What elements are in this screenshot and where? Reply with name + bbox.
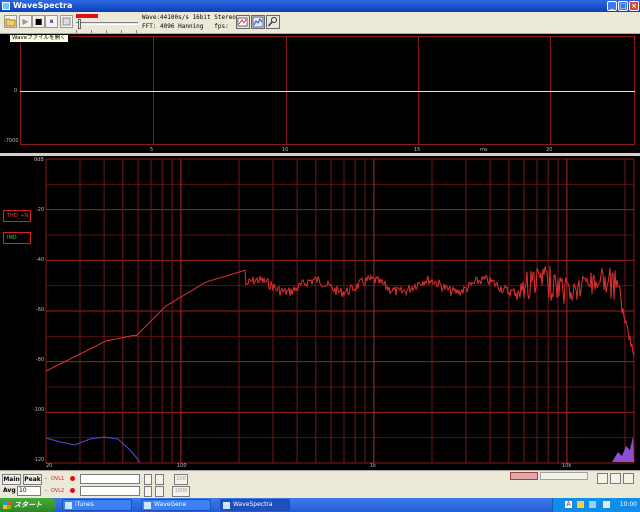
spec-y-label: -40 <box>36 257 45 263</box>
app-window: WaveSpectra _ □ × ▶ ■ ⏸ Wave:44100s/s 16… <box>0 0 640 512</box>
spec-y-label: -100 <box>33 407 45 413</box>
wave-frame-top <box>20 36 635 37</box>
toolbar: ▶ ■ ⏸ Wave:44100s/s 16bit Stereo FFT: 40… <box>0 12 640 34</box>
ime-icon[interactable]: A <box>565 501 572 508</box>
level-meter <box>76 14 98 18</box>
waveform-panel: 0 -7000 5 10 15 ms 20 Waveファイルを開く <box>0 34 640 154</box>
spectrum-view-icon <box>252 16 264 28</box>
spec-x-label: 10k <box>562 463 572 469</box>
ovl2-indicator <box>70 488 75 493</box>
spec-y-label: 0dB <box>34 157 44 163</box>
stop-button[interactable]: ■ <box>32 15 45 28</box>
clock: 10:00 <box>619 501 637 508</box>
play-button[interactable]: ▶ <box>19 15 32 28</box>
view-option-3[interactable] <box>623 473 634 484</box>
tool-icon <box>267 17 277 27</box>
spectrum-panel: 0dB -20 -40 -60 -80 -100 -120 20 100 1k … <box>0 156 640 470</box>
tool-button[interactable] <box>266 15 280 29</box>
task-label: WaveGene <box>154 501 187 508</box>
ch2-spin-down[interactable] <box>155 486 164 497</box>
spec-y-label: -60 <box>36 307 45 313</box>
ch1-spin-up[interactable] <box>144 474 152 485</box>
mode-field[interactable] <box>540 472 588 480</box>
main-button[interactable]: Main <box>2 474 21 485</box>
task-itunes[interactable]: iTunes <box>62 499 132 511</box>
peak-button[interactable]: Peak <box>23 474 42 485</box>
settings-icon <box>237 17 248 27</box>
wavegene-icon <box>144 502 151 509</box>
imd-legend[interactable]: IMD <box>3 232 31 244</box>
record-toggle-button[interactable] <box>60 15 73 28</box>
tray-icon[interactable] <box>577 501 584 508</box>
app-icon <box>2 2 10 10</box>
spec-x-label: 1k <box>370 463 377 469</box>
imd-toggle[interactable] <box>510 472 538 480</box>
task-wavegene[interactable]: WaveGene <box>141 499 211 511</box>
ch1-level-field[interactable] <box>80 474 140 484</box>
taskbar: スタート iTunes WaveGene WaveSpectra A 10:00 <box>0 498 640 512</box>
maximize-button[interactable]: □ <box>618 1 628 11</box>
thd-legend[interactable]: THD_+N <box>3 210 31 222</box>
itunes-icon <box>65 502 72 509</box>
pause-button[interactable]: ⏸ <box>45 15 58 28</box>
spectrum-view-button[interactable] <box>251 15 265 29</box>
ch1-spin-down[interactable] <box>155 474 164 485</box>
volume-icon[interactable] <box>603 501 610 508</box>
ch2-spin-up[interactable] <box>144 486 152 497</box>
position-slider-ticks <box>76 30 138 33</box>
record-icon <box>62 17 71 26</box>
bottom-controls: Main Peak - OVL1 100 Avg 10 - OVL2 1000 <box>0 470 640 498</box>
task-wavespectra[interactable]: WaveSpectra <box>220 499 290 511</box>
open-file-button[interactable] <box>4 15 17 28</box>
system-tray: A 10:00 <box>552 498 640 512</box>
scale-1000-button[interactable]: 1000 <box>172 486 190 497</box>
wavespectra-icon <box>223 502 230 509</box>
spectrum-trace-blue <box>45 436 141 463</box>
waveform-trace <box>20 91 635 92</box>
open-file-icon <box>5 18 16 27</box>
view-option-2[interactable] <box>610 473 621 484</box>
spec-x-label: 20 <box>46 463 53 469</box>
spec-x-label: 100 <box>177 463 187 469</box>
scale-100-button[interactable]: 100 <box>174 474 188 485</box>
wave-y-label: 0 <box>14 88 18 94</box>
settings-button[interactable] <box>236 15 250 29</box>
peak-sep: - <box>45 476 47 482</box>
task-label: WaveSpectra <box>233 501 273 508</box>
ovl1-label: OVL1 <box>51 476 65 482</box>
view-option-1[interactable] <box>597 473 608 484</box>
spectrum-trace-red <box>45 265 635 372</box>
ch2-level-field[interactable] <box>80 486 140 496</box>
wave-frame-bottom <box>20 144 635 145</box>
close-button[interactable]: × <box>629 1 639 11</box>
position-slider-track[interactable] <box>76 22 138 25</box>
minimize-button[interactable]: _ <box>607 1 617 11</box>
spec-y-label: -20 <box>36 207 45 213</box>
avg-label: Avg <box>3 487 16 494</box>
spectrum-plot <box>45 158 635 464</box>
start-label: スタート <box>14 501 42 509</box>
window-title: WaveSpectra <box>13 1 73 10</box>
task-label: iTunes <box>75 501 94 508</box>
position-slider-thumb[interactable] <box>78 19 81 29</box>
avg-sep: - <box>45 488 47 494</box>
open-file-tooltip: Waveファイルを開く <box>9 34 69 43</box>
start-button[interactable]: スタート <box>0 498 56 512</box>
title-bar: WaveSpectra _ □ × <box>0 0 640 12</box>
ovl2-label: OVL2 <box>51 488 65 494</box>
fft-info: FFT: 4096 Hanning fps: 73 <box>142 23 244 30</box>
tray-icon[interactable] <box>589 501 596 508</box>
avg-select[interactable]: 10 <box>17 486 41 496</box>
spectrum-trace-purple <box>612 436 634 462</box>
wave-y-label: -7000 <box>4 138 19 144</box>
ovl1-indicator <box>70 476 75 481</box>
windows-logo-icon <box>3 501 11 509</box>
spec-y-label: -120 <box>33 457 45 463</box>
wave-format-info: Wave:44100s/s 16bit Stereo <box>142 14 236 21</box>
spec-y-label: -80 <box>36 357 45 363</box>
